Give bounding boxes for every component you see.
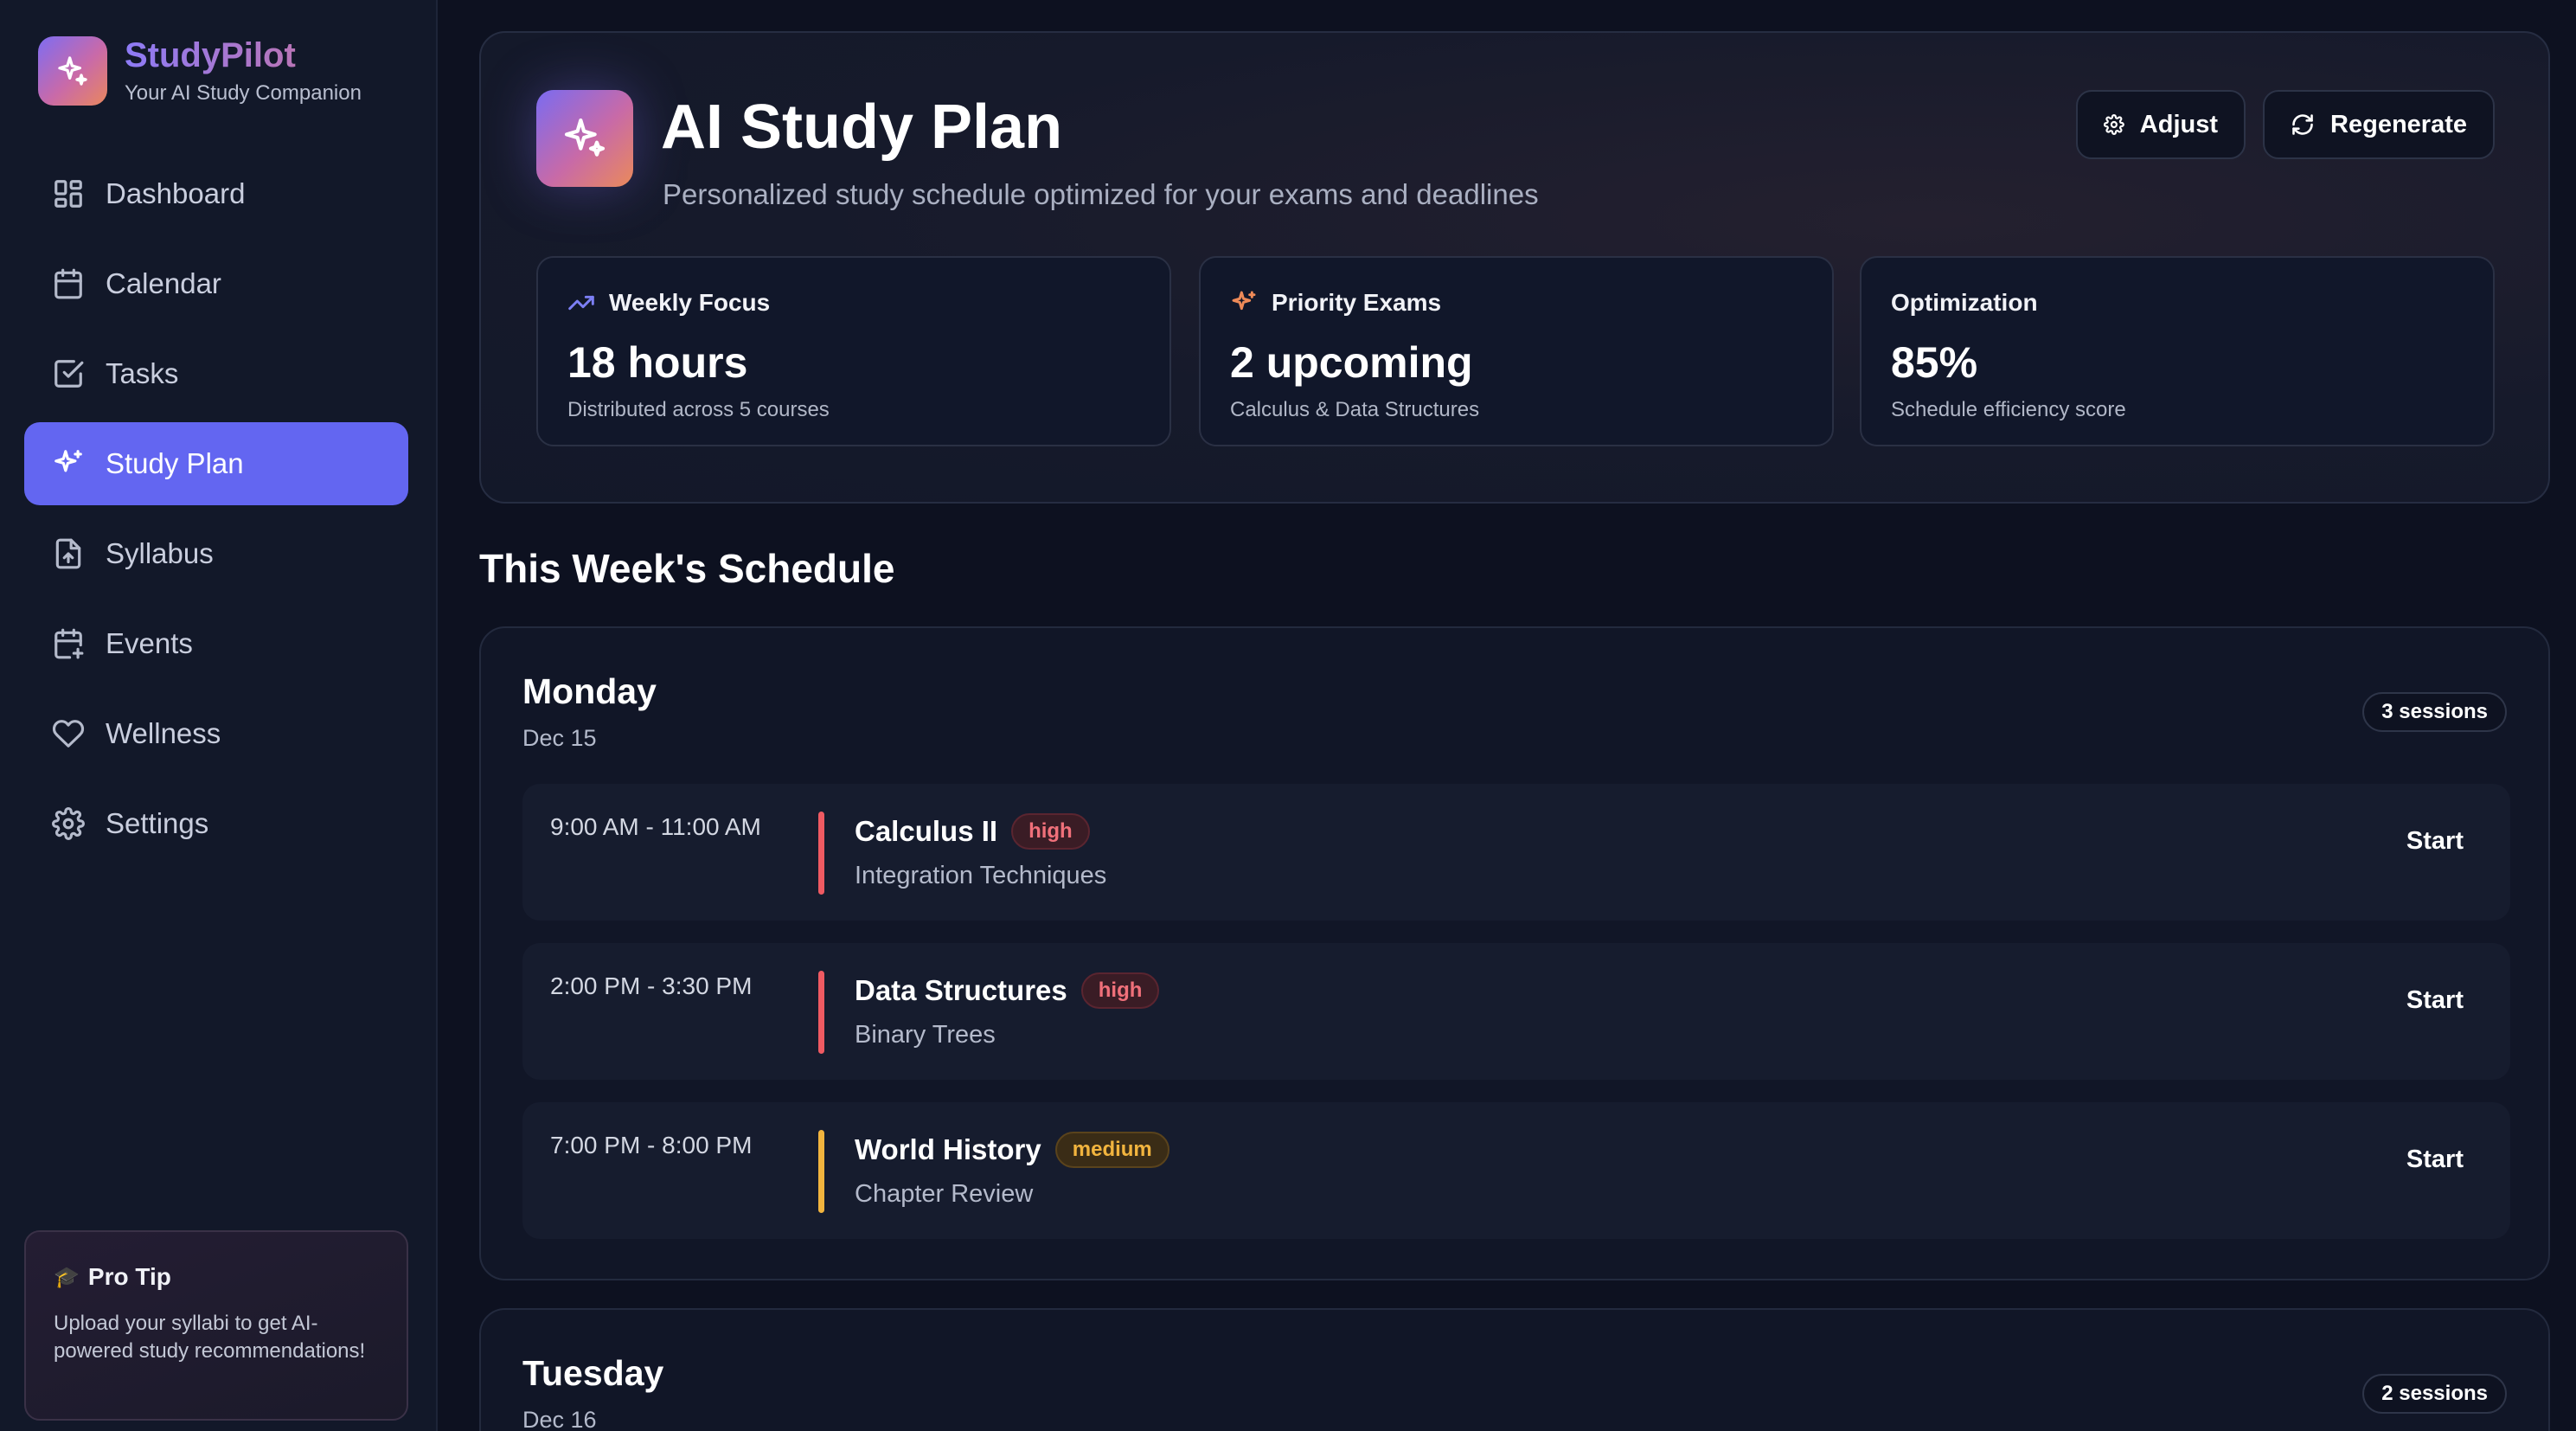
priority-bar	[818, 971, 824, 1054]
session-topic: Integration Techniques	[855, 862, 1107, 889]
sidebar-item-syllabus[interactable]: Syllabus	[24, 512, 408, 595]
page-title: AI Study Plan	[661, 93, 1063, 162]
stat-note: Schedule efficiency score	[1891, 398, 2126, 421]
stat-value: 85%	[1891, 338, 1978, 387]
sidebar-item-label: Tasks	[106, 357, 179, 389]
day-card-tuesday: Tuesday Dec 16 2 sessions	[479, 1308, 2550, 1431]
brand-name: StudyPilot	[125, 36, 362, 74]
priority-exams-card: Priority Exams 2 upcoming Calculus & Dat…	[1199, 256, 1834, 446]
sidebar-item-label: Calendar	[106, 267, 221, 299]
sidebar-item-label: Dashboard	[106, 177, 246, 209]
stat-label: Priority Exams	[1272, 289, 1442, 316]
brand-tagline: Your AI Study Companion	[125, 81, 362, 105]
stat-value: 2 upcoming	[1230, 338, 1473, 387]
sidebar-item-label: Settings	[106, 807, 209, 839]
adjust-button[interactable]: Adjust	[2076, 90, 2246, 159]
optimization-card: Optimization 85% Schedule efficiency sco…	[1860, 256, 2495, 446]
brand-logo-icon	[38, 36, 107, 106]
day-card-monday: Monday Dec 15 3 sessions 9:00 AM - 11:00…	[479, 626, 2550, 1280]
sparkles-icon	[536, 90, 633, 187]
sparkles-icon	[54, 450, 82, 472]
pro-tip-title: Pro Tip	[87, 1263, 171, 1290]
sidebar-item-label: Syllabus	[106, 537, 214, 569]
file-upload-icon	[55, 538, 81, 569]
stat-label: Weekly Focus	[609, 289, 771, 316]
sidebar-item-label: Study Plan	[106, 447, 244, 479]
sidebar-item-dashboard[interactable]: Dashboard	[24, 152, 408, 235]
regenerate-button-label: Regenerate	[2330, 110, 2467, 138]
session-course: World History	[855, 1133, 1041, 1165]
brand[interactable]: StudyPilot Your AI Study Companion	[38, 36, 362, 106]
heart-icon	[52, 720, 85, 748]
regenerate-button[interactable]: Regenerate	[2263, 90, 2495, 159]
session-row[interactable]: 2:00 PM - 3:30 PM Data Structures high B…	[522, 943, 2510, 1080]
sidebar: StudyPilot Your AI Study Companion Dashb…	[0, 0, 438, 1431]
session-row[interactable]: 7:00 PM - 8:00 PM World History medium C…	[522, 1102, 2510, 1239]
sidebar-item-events[interactable]: Events	[24, 602, 408, 685]
weekly-focus-card: Weekly Focus 18 hours Distributed across…	[536, 256, 1171, 446]
gear-icon	[2104, 114, 2124, 135]
day-name: Monday	[522, 671, 657, 711]
sidebar-item-settings[interactable]: Settings	[24, 782, 408, 865]
adjust-button-label: Adjust	[2139, 110, 2218, 138]
sidebar-item-calendar[interactable]: Calendar	[24, 242, 408, 325]
start-button[interactable]: Start	[2406, 1145, 2464, 1174]
session-course: Calculus II	[855, 815, 998, 847]
session-time: 7:00 PM - 8:00 PM	[550, 1132, 753, 1158]
priority-badge: high	[1080, 972, 1160, 1009]
schedule-title: This Week's Schedule	[479, 546, 895, 591]
pro-tip-body: Upload your syllabi to get AI-powered st…	[54, 1312, 366, 1363]
refresh-icon	[2292, 114, 2313, 135]
day-name: Tuesday	[522, 1353, 664, 1393]
day-date: Dec 16	[522, 1407, 597, 1431]
study-plan-header: AI Study Plan Personalized study schedul…	[479, 31, 2550, 504]
calendar-plus-icon	[54, 628, 84, 659]
sessions-count-badge: 3 sessions	[2362, 692, 2507, 732]
gear-icon	[52, 807, 85, 840]
session-course: Data Structures	[855, 974, 1067, 1006]
sidebar-item-tasks[interactable]: Tasks	[24, 332, 408, 415]
start-button[interactable]: Start	[2406, 986, 2464, 1015]
tasks-icon	[54, 360, 84, 388]
pro-tip-card: 🎓 Pro Tip Upload your syllabi to get AI-…	[24, 1230, 408, 1421]
stat-note: Distributed across 5 courses	[567, 398, 830, 421]
session-topic: Binary Trees	[855, 1021, 996, 1049]
session-time: 9:00 AM - 11:00 AM	[550, 813, 761, 840]
priority-bar	[818, 1130, 824, 1213]
priority-badge: high	[1011, 813, 1090, 850]
sidebar-item-study-plan[interactable]: Study Plan	[24, 422, 408, 505]
dashboard-icon	[54, 180, 82, 208]
sidebar-item-wellness[interactable]: Wellness	[24, 692, 408, 775]
session-topic: Chapter Review	[855, 1180, 1034, 1208]
sidebar-nav: Dashboard Calendar Tasks Study Plan Syll…	[24, 152, 408, 872]
priority-badge: medium	[1054, 1132, 1169, 1168]
trending-up-icon	[568, 295, 594, 311]
sidebar-item-label: Events	[106, 627, 193, 659]
page-subtitle: Personalized study schedule optimized fo…	[663, 178, 1539, 210]
stat-value: 18 hours	[567, 338, 748, 387]
sparkles-icon	[1232, 291, 1256, 311]
sidebar-item-label: Wellness	[106, 717, 221, 749]
sessions-count-badge: 2 sessions	[2362, 1374, 2507, 1414]
day-date: Dec 15	[522, 725, 597, 751]
priority-bar	[818, 812, 824, 895]
graduation-cap-icon: 🎓	[54, 1265, 80, 1289]
stat-note: Calculus & Data Structures	[1230, 398, 1480, 421]
calendar-icon	[54, 268, 82, 299]
stat-label: Optimization	[1891, 289, 2038, 316]
session-time: 2:00 PM - 3:30 PM	[550, 972, 753, 999]
start-button[interactable]: Start	[2406, 827, 2464, 856]
session-row[interactable]: 9:00 AM - 11:00 AM Calculus II high Inte…	[522, 784, 2510, 921]
